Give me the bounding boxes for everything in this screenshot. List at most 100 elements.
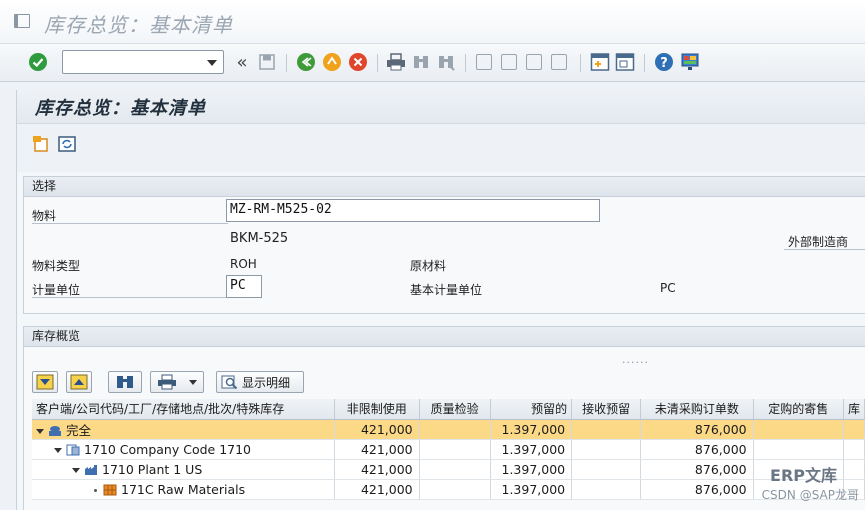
- tree-collapse-icon[interactable]: [72, 467, 80, 473]
- material-description: BKM-525: [230, 231, 289, 246]
- cell-receipt-reservation: [571, 479, 642, 500]
- column-header-unrestricted[interactable]: 非限制使用: [334, 399, 420, 420]
- label-underline: [32, 223, 228, 224]
- row-label: 1710 Plant 1 US: [102, 461, 203, 477]
- cell-consignment: [753, 439, 844, 460]
- expand-all-button[interactable]: [32, 371, 58, 393]
- application-toolbar: [17, 124, 865, 172]
- cell-receipt-reservation: [571, 459, 642, 480]
- column-header-receipt-reservation[interactable]: 接收预留: [571, 399, 642, 420]
- label-underline: [784, 249, 865, 250]
- window-title: 库存总览：基本清单: [44, 13, 233, 37]
- splitter-handle[interactable]: ......: [622, 353, 649, 366]
- table-row[interactable]: 171C Raw Materials 421,000 1.397,000 876…: [32, 479, 865, 500]
- base-unit-label: 基本计量单位: [410, 283, 483, 297]
- cell-unrestricted: 421,000: [334, 459, 420, 480]
- collapse-all-button[interactable]: [66, 371, 92, 393]
- page-title: 库存总览：基本清单: [35, 98, 206, 119]
- system-toolbar: « ?: [0, 44, 865, 82]
- chevron-down-icon: [189, 379, 197, 385]
- toolbar-separator: [465, 54, 466, 72]
- tree-leaf-bullet: [94, 488, 97, 492]
- row-label: 171C Raw Materials: [121, 481, 246, 497]
- stock-overview-table: 客户端/公司代码/工厂/存储地点/批次/特殊库存 非限制使用 质量检验 预留的 …: [32, 399, 865, 500]
- table-row[interactable]: 1710 Plant 1 US 421,000 1.397,000 876,00…: [32, 459, 865, 480]
- command-field[interactable]: [62, 50, 224, 74]
- print-layout-button[interactable]: [150, 371, 204, 393]
- back-icon[interactable]: [296, 52, 316, 72]
- help-icon[interactable]: ?: [654, 52, 674, 72]
- cell-open-po: 876,000: [640, 479, 754, 500]
- cell-truncated: [843, 459, 865, 480]
- toolbar-separator: [286, 54, 287, 72]
- cell-quality: [419, 459, 491, 480]
- column-header-reserved[interactable]: 预留的: [490, 399, 573, 420]
- layout-icon[interactable]: [680, 52, 700, 72]
- cell-reserved: 1.397,000: [490, 439, 573, 460]
- row-label: 1710 Company Code 1710: [84, 441, 252, 457]
- first-page-icon[interactable]: [474, 52, 494, 72]
- window-menu-icon[interactable]: [14, 14, 30, 28]
- cell-quality: [419, 439, 491, 460]
- company-code-icon: [66, 444, 80, 456]
- unit-input[interactable]: PC: [226, 275, 262, 298]
- column-header-quality-inspection[interactable]: 质量检验: [419, 399, 491, 420]
- show-details-button[interactable]: 显示明细: [216, 371, 304, 393]
- cell-unrestricted: 421,000: [334, 479, 420, 500]
- details-icon[interactable]: [31, 134, 51, 154]
- tree-collapse-icon[interactable]: [36, 428, 44, 434]
- selection-group: 选择 物料 MZ-RM-M525-02 BKM-525 外部制造商 物料类型 R…: [23, 176, 865, 314]
- next-page-icon[interactable]: [524, 52, 544, 72]
- material-type-description: 原材料: [410, 259, 447, 273]
- toolbar-separator: [377, 54, 378, 72]
- shortcut-icon[interactable]: [615, 52, 635, 72]
- column-header-consignment[interactable]: 定购的寄售: [753, 399, 844, 420]
- print-icon[interactable]: [386, 52, 406, 72]
- cell-open-po: 876,000: [640, 459, 754, 480]
- cell-consignment: [753, 419, 844, 440]
- label-underline: [32, 297, 228, 298]
- column-header-open-po[interactable]: 未清采购订单数: [640, 399, 754, 420]
- alv-toolbar: 显示明细: [32, 371, 332, 395]
- cell-reserved: 1.397,000: [490, 479, 573, 500]
- double-chevron-left-icon[interactable]: «: [232, 52, 252, 73]
- magnifier-icon: [221, 375, 238, 390]
- find-button[interactable]: [108, 371, 142, 393]
- row-label: 完全: [66, 422, 92, 438]
- material-type-code: ROH: [230, 257, 257, 271]
- show-details-label: 显示明细: [242, 375, 291, 390]
- cell-quality: [419, 479, 491, 500]
- find-icon[interactable]: [411, 52, 431, 72]
- cell-truncated: [843, 439, 865, 460]
- svg-text:?: ?: [660, 56, 668, 71]
- check-icon[interactable]: [28, 52, 48, 72]
- table-row[interactable]: 1710 Company Code 1710 421,000 1.397,000…: [32, 439, 865, 460]
- unit-label: 计量单位: [32, 283, 81, 297]
- watermark-brand: ERP文库: [770, 466, 837, 485]
- tree-collapse-icon[interactable]: [54, 447, 62, 453]
- watermark-credit: CSDN @SAP龙哥: [761, 488, 859, 502]
- chevron-down-icon[interactable]: [207, 60, 217, 66]
- selection-heading: 选择: [24, 177, 865, 197]
- client-icon: [49, 426, 61, 436]
- create-session-icon[interactable]: [590, 52, 610, 72]
- column-header-hierarchy[interactable]: 客户端/公司代码/工厂/存储地点/批次/特殊库存: [32, 399, 335, 420]
- last-page-icon[interactable]: [549, 52, 569, 72]
- cell-reserved: 1.397,000: [490, 419, 573, 440]
- cell-unrestricted: 421,000: [334, 439, 420, 460]
- table-row[interactable]: 完全 421,000 1.397,000 876,000: [32, 419, 865, 440]
- table-header-row: 客户端/公司代码/工厂/存储地点/批次/特殊库存 非限制使用 质量检验 预留的 …: [32, 399, 865, 420]
- material-label: 物料: [32, 209, 57, 223]
- cell-unrestricted: 421,000: [334, 419, 420, 440]
- previous-page-icon[interactable]: [499, 52, 519, 72]
- cancel-icon[interactable]: [348, 52, 368, 72]
- column-header-truncated[interactable]: 库: [843, 399, 865, 420]
- cell-open-po: 876,000: [640, 419, 754, 440]
- cell-quality: [419, 419, 491, 440]
- material-input[interactable]: MZ-RM-M525-02: [226, 199, 600, 222]
- exit-icon[interactable]: [322, 52, 342, 72]
- find-next-icon[interactable]: [436, 52, 456, 72]
- refresh-icon[interactable]: [57, 134, 77, 154]
- toolbar-separator: [580, 54, 581, 72]
- save-icon[interactable]: [257, 52, 277, 72]
